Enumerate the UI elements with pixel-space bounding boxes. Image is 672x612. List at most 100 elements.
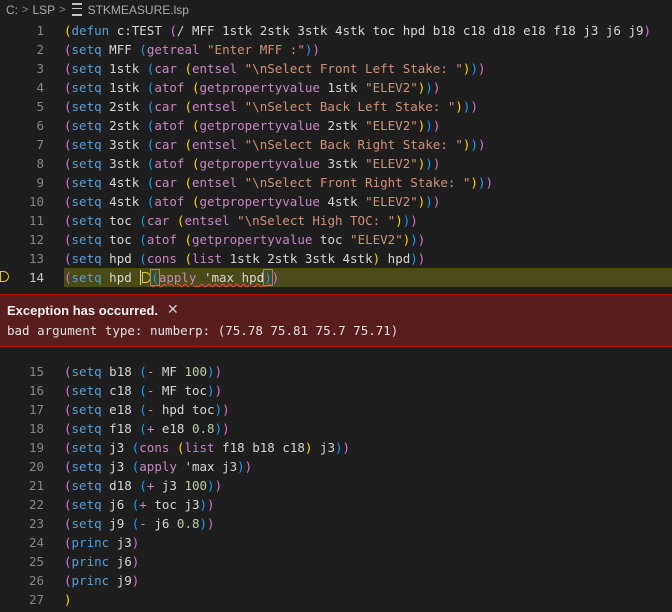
code-text: (setq hpd (apply 'max hpd)) — [64, 269, 280, 286]
code-token: d18 — [101, 478, 140, 493]
code-line[interactable]: 26 (princ j9) — [0, 571, 672, 590]
code-line[interactable]: 8 (setq 3stk (atof (getpropertyvalue 3stk… — [0, 154, 672, 173]
code-token: entsel — [191, 137, 238, 152]
code-token: j3 — [154, 478, 185, 493]
code-token: 0.8 — [191, 421, 215, 436]
code-token: ( — [139, 402, 147, 417]
code-line[interactable]: 19 (setq j3 (cons (list f18 b18 c18) j3)) — [0, 438, 672, 457]
code-line[interactable]: 4 (setq 1stk (atof (getpropertyvalue 1stk… — [0, 78, 672, 97]
code-token: ) — [222, 421, 230, 436]
code-token: 3stk — [319, 156, 366, 171]
code-token: ( — [64, 213, 72, 228]
code-token: ) — [470, 137, 478, 152]
code-token: ) — [199, 497, 208, 512]
code-token: ) — [425, 194, 433, 209]
code-token: 1stk — [101, 80, 147, 95]
code-line[interactable]: 15 (setq b18 (- MF 100)) — [0, 362, 672, 381]
line-number: 27 — [28, 592, 44, 607]
code-line[interactable]: 12 (setq toc (atof (getpropertyvalue toc … — [0, 230, 672, 249]
breadcrumb-drive[interactable]: C: — [6, 3, 18, 17]
code-line[interactable]: 21 (setq d18 (+ j3 100)) — [0, 476, 672, 495]
code-text: (setq j9 (- j6 0.8)) — [64, 516, 215, 531]
code-token: ) — [237, 459, 245, 474]
code-token: car — [154, 175, 177, 190]
code-line[interactable]: 22 (setq j6 (+ toc j3)) — [0, 495, 672, 514]
code-token: j6 — [101, 497, 132, 512]
code-token: + — [139, 497, 147, 512]
code-line[interactable]: 11 (setq toc (car (entsel "\nSelect High … — [0, 211, 672, 230]
code-token: ) — [425, 156, 433, 171]
code-token: ) — [207, 478, 215, 493]
code-line[interactable]: 16 (setq c18 (- MF toc)) — [0, 381, 672, 400]
code-token: entsel — [191, 61, 238, 76]
code-line[interactable]: 27) — [0, 590, 672, 609]
line-number: 16 — [28, 383, 44, 398]
code-token: e18 — [101, 402, 140, 417]
code-token: ( — [64, 402, 72, 417]
code-line-current[interactable]: 14 (setq hpd (apply 'max hpd)) — [0, 268, 672, 287]
code-text: (setq 3stk (car (entsel "\nSelect Back R… — [64, 137, 486, 152]
code-token: ) — [334, 440, 343, 455]
code-token: setq — [71, 99, 102, 114]
code-token: getpropertyvalue — [199, 156, 320, 171]
code-token: list — [184, 440, 215, 455]
code-token: ( — [64, 364, 72, 379]
code-line[interactable]: 17 (setq e18 (- hpd toc)) — [0, 400, 672, 419]
code-token: MFF — [101, 42, 140, 57]
code-line[interactable]: 25 (princ j6) — [0, 552, 672, 571]
code-line[interactable]: 6 (setq 2stk (atof (getpropertyvalue 2stk… — [0, 116, 672, 135]
debug-inline-stop-icon — [142, 272, 152, 283]
close-icon[interactable]: ✕ — [167, 301, 179, 318]
code-token: ( — [64, 61, 72, 76]
code-line[interactable]: 23 (setq j9 (- j6 0.8)) — [0, 514, 672, 533]
code-line[interactable]: 24 (princ j3) — [0, 533, 672, 552]
code-text: (setq 4stk (atof (getpropertyvalue 4stk … — [64, 194, 440, 209]
breadcrumb-folder[interactable]: LSP — [32, 3, 55, 17]
code-token: ( — [169, 23, 177, 38]
code-token: car — [146, 213, 170, 228]
code-token: 2stk — [101, 99, 147, 114]
code-token: hpd — [380, 251, 411, 266]
code-token: ( — [64, 42, 72, 57]
code-text: (setq j3 (cons (list f18 b18 c18) j3)) — [64, 440, 350, 455]
code-token: ( — [64, 516, 72, 531]
breadcrumb-file[interactable]: STKMEASURE.lsp — [88, 3, 189, 17]
code-token: ) — [131, 535, 140, 550]
code-token: ( — [64, 80, 72, 95]
code-token: toc — [101, 232, 140, 247]
code-token: ) — [244, 459, 253, 474]
code-line[interactable]: 5 (setq 2stk (car (entsel "\nSelect Back … — [0, 97, 672, 116]
code-line[interactable]: 13 (setq hpd (cons (list 1stk 2stk 3stk 4… — [0, 249, 672, 268]
code-token: ( — [64, 459, 72, 474]
code-token: atof — [154, 80, 185, 95]
code-line[interactable]: 20 (setq j3 (apply 'max j3)) — [0, 457, 672, 476]
code-token: list — [191, 251, 223, 266]
code-line[interactable]: 9 (setq 4stk (car (entsel "\nSelect Front… — [0, 173, 672, 192]
code-token: car — [154, 61, 177, 76]
line-number: 21 — [28, 478, 44, 493]
code-token: ( — [139, 232, 147, 247]
code-token: c:TEST — [109, 23, 170, 38]
code-token: ( — [139, 251, 147, 266]
code-line[interactable]: 1 (defun c:TEST (/ MFF 1stk 2stk 3stk 4st… — [0, 21, 672, 40]
code-text: (princ j3) — [64, 535, 139, 550]
code-token: setq — [71, 80, 102, 95]
code-line[interactable]: 18 (setq f18 (+ e18 0.8)) — [0, 419, 672, 438]
code-token: 0.8 — [176, 516, 200, 531]
code-token: setq — [71, 213, 102, 228]
line-number: 26 — [28, 573, 44, 588]
code-token: ) — [131, 554, 140, 569]
code-token: toc — [101, 213, 140, 228]
code-line[interactable]: 7 (setq 3stk (car (entsel "\nSelect Back … — [0, 135, 672, 154]
code-line[interactable]: 3 (setq 1stk (car (entsel "\nSelect Front… — [0, 59, 672, 78]
code-token: ( — [184, 137, 192, 152]
code-line[interactable]: 2 (setq MFF (getreal "Enter MFF :")) — [0, 40, 672, 59]
code-line[interactable]: 10 (setq 4stk (atof (getpropertyvalue 4st… — [0, 192, 672, 211]
line-number: 11 — [28, 213, 44, 228]
code-text: (setq 1stk (atof (getpropertyvalue 1stk … — [64, 80, 440, 95]
code-token: setq — [71, 232, 102, 247]
code-token: ( — [64, 535, 72, 550]
code-token: "Enter MFF :" — [199, 42, 305, 57]
